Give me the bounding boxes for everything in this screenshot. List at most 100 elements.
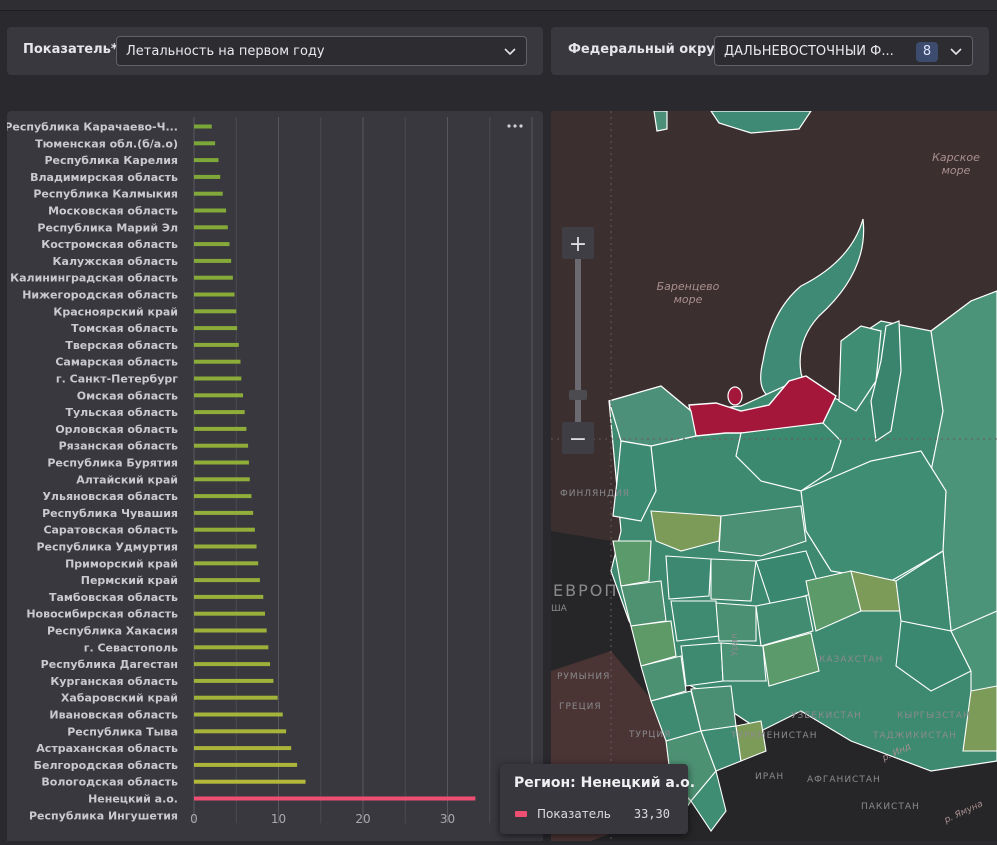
map-label-kyrgyzstan: КЫРГЫЗСТАН: [897, 711, 971, 721]
map-label-turkey: ТУРЦИЯ: [628, 730, 671, 740]
bar[interactable]: [194, 477, 250, 482]
bar-label: Новосибирская область: [26, 608, 178, 621]
bar-label: Рязанская область: [59, 440, 178, 453]
bar-label: Республика Карелия: [44, 154, 178, 167]
bar[interactable]: [194, 242, 230, 247]
map-label-pakistan: ПАКИСТАН: [861, 802, 920, 812]
indicator-filter: Показатель* Летальность на первом году: [7, 27, 543, 75]
bar[interactable]: [194, 662, 271, 667]
bar[interactable]: [194, 275, 233, 280]
bar-label: Тамбовская область: [49, 591, 178, 604]
bar[interactable]: [194, 292, 235, 297]
bar[interactable]: [194, 410, 245, 415]
bar[interactable]: [194, 594, 264, 599]
bar[interactable]: [194, 779, 306, 784]
bar-label: Орловская область: [55, 423, 178, 436]
indicator-filter-label: Показатель*: [23, 42, 118, 57]
bar[interactable]: [194, 762, 298, 767]
bar-label: Республика Хакасия: [47, 625, 178, 638]
district-filter: Федеральный округ ДАЛЬНЕВОСТОЧНЫЙ Ф... 8: [551, 27, 989, 75]
bar-label: Владимирская область: [30, 171, 178, 184]
bar[interactable]: [194, 578, 260, 583]
bar[interactable]: [194, 695, 278, 700]
map-label-iran: ИРАН: [755, 772, 784, 782]
bar-label: Самарская область: [55, 356, 178, 369]
choropleth-map[interactable]: Карское море Баренцево море ФИНЛЯНДИЯ ЕВРО…: [551, 111, 997, 841]
bar-label: Республика Карачаево-Ч...: [7, 121, 178, 134]
x-tick-label: 10: [271, 812, 286, 826]
zoom-in-icon: +: [569, 232, 587, 257]
bar[interactable]: [194, 359, 241, 364]
bar-label: Тульская область: [65, 406, 178, 419]
bar-label: Ульяновская область: [42, 490, 178, 503]
bar[interactable]: [194, 426, 247, 431]
bar[interactable]: [194, 645, 269, 650]
bar[interactable]: [194, 225, 228, 230]
district-select-value: ДАЛЬНЕВОСТОЧНЫЙ Ф...: [724, 43, 894, 59]
bar-label: Республика Ингушетия: [29, 809, 178, 822]
bar[interactable]: [194, 561, 259, 566]
tooltip-series-swatch: [515, 811, 527, 817]
bar-label: Костромская область: [41, 238, 178, 251]
bar[interactable]: [194, 510, 254, 515]
zoom-control-graphic: + −: [562, 227, 594, 454]
bar[interactable]: [194, 712, 283, 717]
bar[interactable]: [194, 191, 223, 196]
indicator-select[interactable]: Летальность на первом году: [116, 36, 527, 66]
bar-chart-panel: Республика Карачаево-Ч... Тюменская обл.(…: [4, 111, 543, 841]
bar-label: Калининградская область: [10, 272, 178, 285]
bar[interactable]: [194, 544, 257, 549]
map-region-kostroma: [710, 558, 757, 602]
bar[interactable]: [194, 746, 292, 751]
bar[interactable]: [194, 796, 476, 801]
bar-label: Алтайский край: [76, 473, 178, 486]
bar[interactable]: [194, 628, 267, 633]
bar-label: Хабаровский край: [61, 692, 178, 705]
bar[interactable]: [194, 460, 249, 465]
bar-label: Республика Бурятия: [47, 457, 178, 470]
bar[interactable]: [194, 494, 252, 499]
selected-count-badge: 8: [916, 42, 938, 62]
bar[interactable]: [194, 141, 216, 146]
map-label-ural: Урал: [730, 634, 740, 656]
map-label-usa: ША: [551, 604, 568, 614]
bar-label: Республика Дагестан: [41, 658, 178, 671]
bar[interactable]: [194, 309, 237, 314]
zoom-slider-handle[interactable]: [569, 390, 587, 400]
map-label-finland: ФИНЛЯНДИЯ: [560, 489, 630, 499]
bar[interactable]: [194, 678, 274, 683]
bar[interactable]: [194, 376, 242, 381]
district-select[interactable]: ДАЛЬНЕВОСТОЧНЫЙ Ф... 8: [714, 36, 973, 66]
map-label-greece: ГРЕЦИЯ: [559, 702, 602, 712]
bar[interactable]: [194, 124, 212, 129]
bar[interactable]: [194, 527, 255, 532]
bar[interactable]: [194, 611, 265, 616]
zoom-out-icon: −: [569, 427, 587, 452]
map-label-turkmenistan: ТУРКМЕНИСТАН: [730, 731, 817, 741]
top-bar: [0, 0, 997, 11]
map-region-island-top: [653, 111, 668, 132]
bar[interactable]: [194, 393, 244, 398]
bar[interactable]: [194, 174, 221, 179]
bar[interactable]: [194, 443, 249, 448]
map-label-europe: ЕВРОП: [553, 581, 618, 600]
bar-label: Калужская область: [53, 255, 179, 268]
bar-label: Ивановская область: [49, 709, 178, 722]
indicator-select-value: Летальность на первом году: [126, 43, 325, 59]
bar-label: Республика Удмуртия: [36, 541, 178, 554]
map-label-kazakhstan: КАЗАХСТАН: [819, 655, 883, 665]
bar[interactable]: [194, 342, 239, 347]
bar[interactable]: [194, 729, 287, 734]
bar[interactable]: [194, 326, 238, 331]
bar[interactable]: [194, 208, 227, 213]
bar-label: Саратовская область: [43, 524, 178, 537]
more-horizontal-icon[interactable]: [506, 121, 524, 131]
map-region-penza: [720, 642, 767, 682]
map-canvas[interactable]: Карское море Баренцево море ФИНЛЯНДИЯ ЕВРО…: [551, 111, 997, 841]
bar-label: Томская область: [71, 322, 178, 335]
bar-label: Белгородская область: [34, 759, 178, 772]
map-zoom-control: + −: [562, 227, 594, 454]
map-label-romania: РУМЫНИЯ: [557, 672, 610, 682]
bar[interactable]: [194, 158, 219, 163]
bar[interactable]: [194, 258, 232, 263]
